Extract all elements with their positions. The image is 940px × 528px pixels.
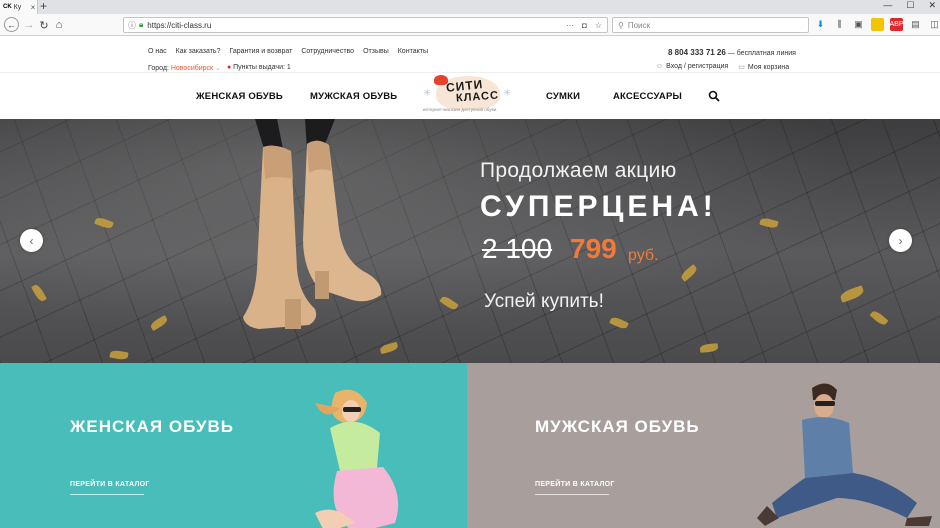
maximize-icon[interactable]: ☐	[906, 0, 914, 11]
info-icon[interactable]: ⓘ	[128, 20, 136, 31]
hero-subtitle: Продолжаем акцию	[480, 159, 677, 182]
women-panel-title[interactable]: ЖЕНСКАЯ ОБУВЬ	[70, 417, 234, 437]
sidebar-icon[interactable]: ◫	[928, 18, 940, 31]
hero-currency: руб.	[628, 247, 659, 264]
snowflake-icon: ✳	[423, 88, 432, 99]
browser-search-field[interactable]: ⚲ Поиск	[612, 17, 809, 33]
browser-toolbar: ← → ↻ ⌂ ⓘ 🔒︎ https://citi-class.ru ··· ◘…	[0, 14, 940, 36]
browser-tab-strip: CK Ку × + — ☐ ✕	[0, 0, 940, 14]
cart-link[interactable]: ▭ Моя корзина	[738, 63, 789, 71]
pickup-points-link[interactable]: Пункты выдачи: 1	[233, 64, 291, 71]
hero-cta[interactable]: Успей купить!	[484, 291, 604, 313]
abp-icon[interactable]: ABP	[890, 18, 904, 31]
window-controls: — ☐ ✕	[883, 0, 936, 11]
hero-next-button[interactable]: ›	[889, 229, 912, 252]
url-bar[interactable]: ⓘ 🔒︎ https://citi-class.ru ··· ◘ ☆	[123, 17, 608, 33]
logo-tagline: интернет-магазин доступной обуви	[423, 107, 497, 112]
leaf-decoration	[699, 343, 719, 353]
close-tab-icon[interactable]: ×	[31, 3, 36, 12]
user-row: ☺ Вход / регистрация ▭ Моя корзина	[656, 63, 789, 71]
city-selector[interactable]: Новосибирск	[171, 65, 213, 72]
chevron-down-icon[interactable]: ⌄	[215, 65, 221, 72]
leaf-decoration	[679, 264, 699, 282]
minimize-icon[interactable]: —	[883, 0, 892, 11]
leaf-decoration	[759, 216, 779, 230]
cart-icon: ▭	[738, 64, 745, 71]
new-tab-icon[interactable]: +	[40, 0, 47, 13]
snowflake-icon: ✳	[503, 88, 512, 99]
tab-title: Ку	[13, 3, 22, 11]
search-icon: ⚲	[618, 20, 624, 30]
star-icon[interactable]: ☆	[595, 21, 602, 30]
men-link-underline	[535, 494, 609, 495]
reload-icon[interactable]: ↻	[36, 17, 52, 33]
close-window-icon[interactable]: ✕	[928, 0, 936, 11]
search-placeholder: Поиск	[627, 20, 651, 30]
man-model-image	[757, 383, 932, 526]
link-cooperation[interactable]: Сотрудничество	[301, 48, 354, 55]
browser-tab[interactable]: CK Ку ×	[0, 0, 38, 14]
nav-women[interactable]: ЖЕНСКАЯ ОБУВЬ	[196, 91, 283, 102]
user-icon: ☺	[656, 63, 664, 70]
leaf-decoration	[149, 315, 169, 331]
back-icon[interactable]: ←	[4, 17, 19, 32]
hero-old-price: 2 100	[482, 233, 553, 264]
phone-block: 8 804 333 71 26 — бесплатная линия	[668, 48, 796, 57]
pocket-icon[interactable]: ◘	[582, 21, 587, 30]
nav-accessories[interactable]: АКСЕССУАРЫ	[613, 91, 682, 102]
search-icon[interactable]	[708, 90, 720, 102]
men-catalog-link[interactable]: ПЕРЕЙТИ В КАТАЛОГ	[535, 481, 615, 488]
page-actions-icon[interactable]: ···	[566, 21, 574, 30]
lock-icon[interactable]: 🔒︎	[139, 20, 143, 30]
login-link[interactable]: ☺ Вход / регистрация	[656, 63, 728, 71]
leaf-decoration	[109, 349, 129, 361]
hero-prev-button[interactable]: ‹	[20, 229, 43, 252]
leaf-decoration	[94, 216, 114, 230]
men-category-panel[interactable]: МУЖСКАЯ ОБУВЬ ПЕРЕЙТИ В КАТАЛОГ	[467, 363, 940, 528]
leaf-decoration	[869, 309, 889, 327]
chevron-left-icon: ‹	[29, 233, 34, 248]
boots-illustration	[243, 119, 382, 329]
leaf-decoration	[609, 315, 629, 331]
main-nav: ЖЕНСКАЯ ОБУВЬ МУЖСКАЯ ОБУВЬ ✳ ✳ СИТИ КЛА…	[0, 74, 940, 119]
extension-icon[interactable]: ▣	[852, 18, 865, 31]
leaf-decoration	[839, 285, 865, 303]
forward-icon[interactable]: →	[21, 17, 37, 33]
men-panel-title[interactable]: МУЖСКАЯ ОБУВЬ	[535, 417, 700, 437]
link-about[interactable]: О нас	[148, 48, 167, 55]
cart-label[interactable]: Моя корзина	[748, 64, 789, 71]
nav-bags[interactable]: СУМКИ	[546, 91, 580, 102]
link-reviews[interactable]: Отзывы	[363, 48, 389, 55]
city-row: Город: Новосибирск ⌄ ● Пункты выдачи: 1	[148, 64, 291, 72]
link-how-to-order[interactable]: Как заказать?	[176, 48, 221, 55]
info-links: О нас Как заказать? Гарантия и возврат С…	[148, 48, 428, 55]
women-category-panel[interactable]: ЖЕНСКАЯ ОБУВЬ ПЕРЕЙТИ В КАТАЛОГ	[0, 363, 467, 528]
woman-model-image	[315, 389, 398, 528]
home-icon[interactable]: ⌂	[51, 17, 67, 33]
city-label: Город:	[148, 65, 169, 72]
addon-icon[interactable]	[871, 18, 884, 31]
chevron-right-icon: ›	[898, 233, 903, 248]
download-icon[interactable]: ⬇	[814, 18, 827, 31]
phone-note: — бесплатная линия	[727, 50, 796, 57]
leaf-decoration	[31, 283, 47, 303]
link-warranty[interactable]: Гарантия и возврат	[229, 48, 292, 55]
yandex-icon[interactable]: ▤	[909, 18, 922, 31]
site-topbar: О нас Как заказать? Гарантия и возврат С…	[0, 37, 940, 73]
women-catalog-link[interactable]: ПЕРЕЙТИ В КАТАЛОГ	[70, 481, 150, 488]
women-link-underline	[70, 494, 144, 495]
library-icon[interactable]: ⫼	[833, 18, 846, 31]
hero-banner[interactable]: ‹ › Продолжаем акцию СУПЕРЦЕНА! 2 100 79…	[0, 119, 940, 363]
map-pin-icon: ●	[226, 64, 232, 71]
nav-men[interactable]: МУЖСКАЯ ОБУВЬ	[310, 91, 397, 102]
url-text[interactable]: https://citi-class.ru	[147, 21, 211, 30]
hero-new-price: 799	[570, 233, 617, 264]
login-label[interactable]: Вход / регистрация	[666, 63, 728, 70]
hero-title: СУПЕРЦЕНА!	[480, 190, 717, 223]
site-favicon: CK	[3, 4, 12, 10]
site-logo[interactable]: ✳ ✳ СИТИ КЛАСС интернет-магазин доступно…	[422, 74, 514, 118]
phone-number[interactable]: 8 804 333 71 26	[668, 48, 726, 57]
link-contacts[interactable]: Контакты	[398, 48, 428, 55]
